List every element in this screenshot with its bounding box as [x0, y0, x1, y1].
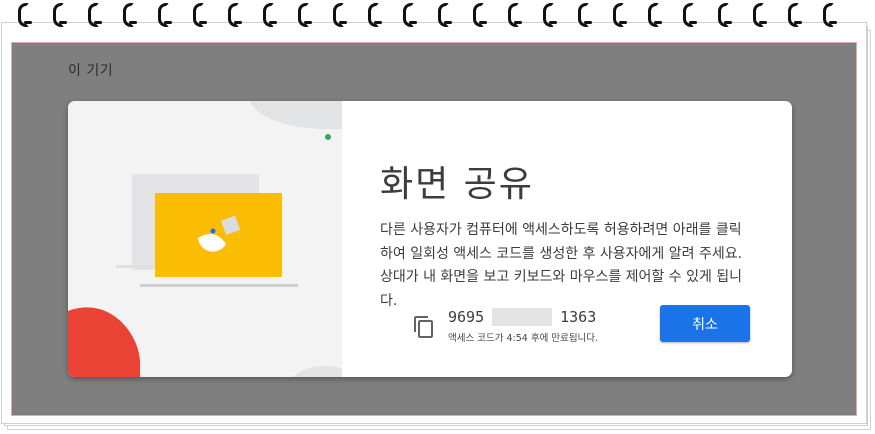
binding-ring: [228, 3, 242, 27]
access-code-redaction: [492, 308, 553, 326]
share-screen-dialog: 화면 공유 다른 사용자가 컴퓨터에 액세스하도록 허용하려면 아래를 클릭하여…: [68, 101, 792, 377]
binding-ring: [683, 3, 697, 27]
binding-ring: [753, 3, 767, 27]
copy-icon[interactable]: [412, 315, 436, 339]
binding-ring: [263, 3, 277, 27]
binding-ring: [18, 3, 32, 27]
cancel-button[interactable]: 취소: [660, 305, 750, 342]
binding-ring: [333, 3, 347, 27]
binding-ring: [508, 3, 522, 27]
laptop-illustration: [68, 101, 342, 377]
binding-ring: [368, 3, 382, 27]
background-section-title: 이 기기: [68, 63, 114, 79]
binding-ring: [788, 3, 802, 27]
dialog-title: 화면 공유: [380, 164, 534, 205]
binding-ring: [473, 3, 487, 27]
binding-ring: [88, 3, 102, 27]
binding-ring: [578, 3, 592, 27]
binding-ring: [193, 3, 207, 27]
access-code-part-1: 9695: [448, 308, 485, 326]
dialog-content: 화면 공유 다른 사용자가 컴퓨터에 액세스하도록 허용하려면 아래를 클릭하여…: [342, 101, 792, 377]
binding-ring: [298, 3, 312, 27]
dialog-illustration: [68, 101, 342, 377]
binding-ring: [718, 3, 732, 27]
binding-ring: [53, 3, 67, 27]
access-code-part-2: 1363: [560, 308, 597, 326]
binding-ring: [648, 3, 662, 27]
binding-ring: [823, 3, 837, 27]
dialog-description: 다른 사용자가 컴퓨터에 액세스하도록 허용하려면 아래를 클릭하여 일회성 액…: [380, 222, 743, 309]
spiral-binding: [0, 0, 875, 36]
access-code: 9695 1363: [448, 308, 596, 326]
binding-ring: [158, 3, 172, 27]
binding-ring: [123, 3, 137, 27]
binding-ring: [403, 3, 417, 27]
code-expiry-text: 액세스 코드가 4:54 후에 만료됩니다.: [448, 333, 599, 344]
binding-ring: [543, 3, 557, 27]
binding-ring: [613, 3, 627, 27]
binding-ring: [438, 3, 452, 27]
